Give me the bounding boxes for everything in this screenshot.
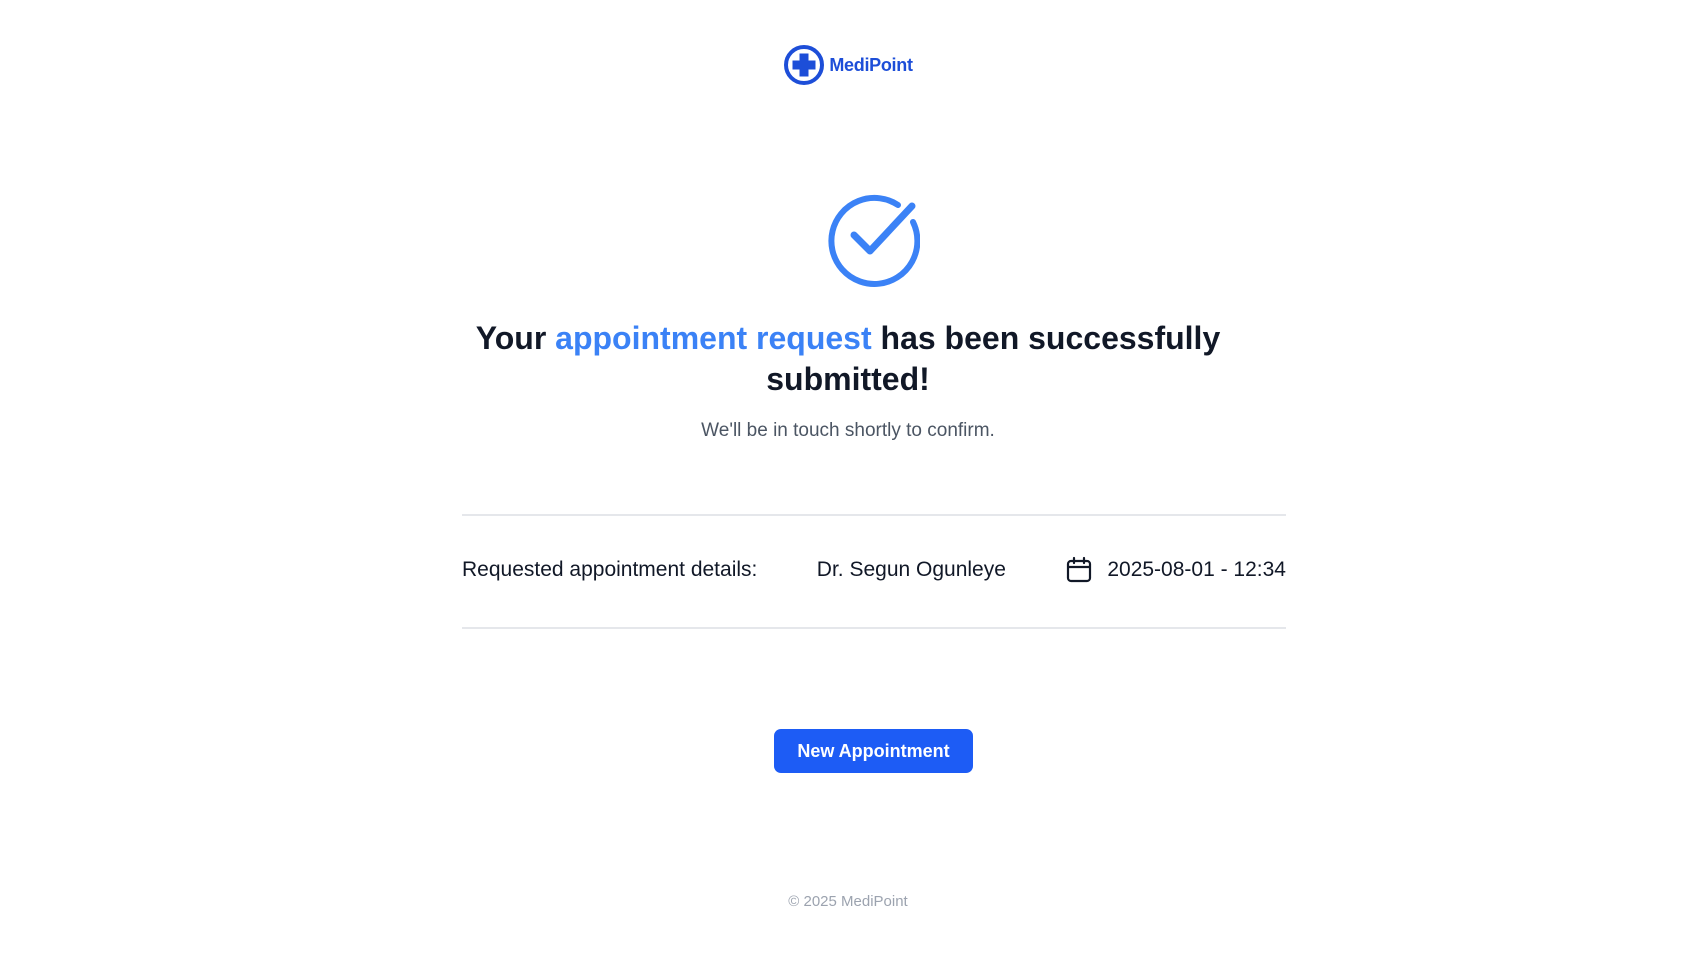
- datetime-value: 2025-08-01 - 12:34: [1107, 558, 1286, 581]
- appointment-details: Requested appointment details: Dr. Segun…: [462, 556, 1286, 584]
- divider: [462, 514, 1286, 516]
- appointment-datetime: 2025-08-01 - 12:34: [1065, 556, 1286, 584]
- details-label: Requested appointment details:: [462, 558, 758, 581]
- check-circle-icon: [828, 194, 920, 287]
- calendar-icon: [1067, 556, 1092, 583]
- doctor-name: Dr. Segun Ogunleye: [816, 558, 1006, 581]
- divider: [462, 627, 1286, 629]
- confirmation-subtext: We'll be in touch shortly to confirm.: [701, 420, 995, 441]
- new-appointment-button[interactable]: New Appointment: [774, 729, 973, 773]
- footer-copyright: © 2025 MediPoint: [788, 893, 908, 910]
- brand-header[interactable]: MediPoint: [0, 44, 1696, 86]
- confirmation-page: MediPoint Your appointment request has b…: [0, 0, 1696, 957]
- page-title: Your appointment request has been succes…: [448, 318, 1248, 400]
- brand-name: MediPoint: [829, 54, 913, 75]
- headline-prefix: Your: [475, 320, 547, 356]
- headline-accent: appointment request: [555, 320, 872, 356]
- medical-cross-icon: [784, 45, 825, 85]
